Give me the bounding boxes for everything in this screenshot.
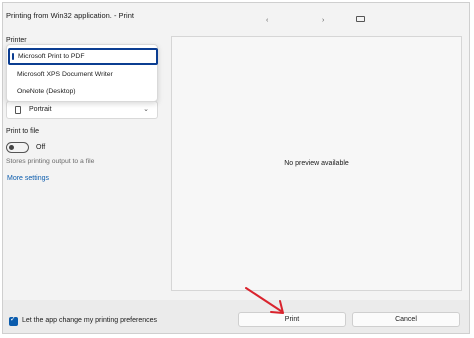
next-page-icon[interactable]: ›	[322, 17, 324, 24]
app-preferences-label: Let the app change my printing preferenc…	[22, 317, 158, 324]
fit-to-window-icon[interactable]	[356, 16, 365, 22]
page-icon	[15, 106, 21, 114]
orientation-value: Portrait	[29, 106, 52, 113]
print-to-file-label: Print to file	[6, 128, 40, 135]
selection-indicator	[12, 53, 14, 60]
checkmark-icon: ✓	[10, 316, 16, 323]
cancel-button[interactable]: Cancel	[352, 312, 460, 327]
dialog-title: Printing from Win32 application. - Print	[6, 11, 134, 20]
orientation-select[interactable]: Portrait ⌄	[6, 101, 158, 119]
printer-dropdown-list: Microsoft Print to PDF Microsoft XPS Doc…	[6, 44, 158, 102]
toggle-knob	[9, 145, 14, 150]
previous-page-icon[interactable]: ‹	[266, 17, 268, 24]
printer-option-xps-writer[interactable]: Microsoft XPS Document Writer	[7, 66, 157, 83]
print-to-file-hint: Stores printing output to a file	[6, 158, 95, 165]
print-to-file-toggle[interactable]	[6, 142, 29, 153]
printer-option-label: Microsoft XPS Document Writer	[17, 71, 113, 78]
printer-option-label: Microsoft Print to PDF	[18, 53, 85, 60]
print-button[interactable]: Print	[238, 312, 346, 327]
printer-label: Printer	[6, 37, 27, 44]
printer-option-print-to-pdf[interactable]: Microsoft Print to PDF	[8, 48, 158, 65]
printer-option-label: OneNote (Desktop)	[17, 88, 76, 95]
preview-message: No preview available	[284, 160, 349, 167]
print-to-file-state: Off	[36, 144, 46, 151]
printer-option-onenote[interactable]: OneNote (Desktop)	[7, 83, 157, 100]
preview-pane: No preview available	[171, 36, 462, 291]
app-preferences-checkbox[interactable]: ✓	[9, 316, 18, 326]
chevron-down-icon: ⌄	[143, 106, 149, 113]
more-settings-link[interactable]: More settings	[7, 175, 49, 182]
